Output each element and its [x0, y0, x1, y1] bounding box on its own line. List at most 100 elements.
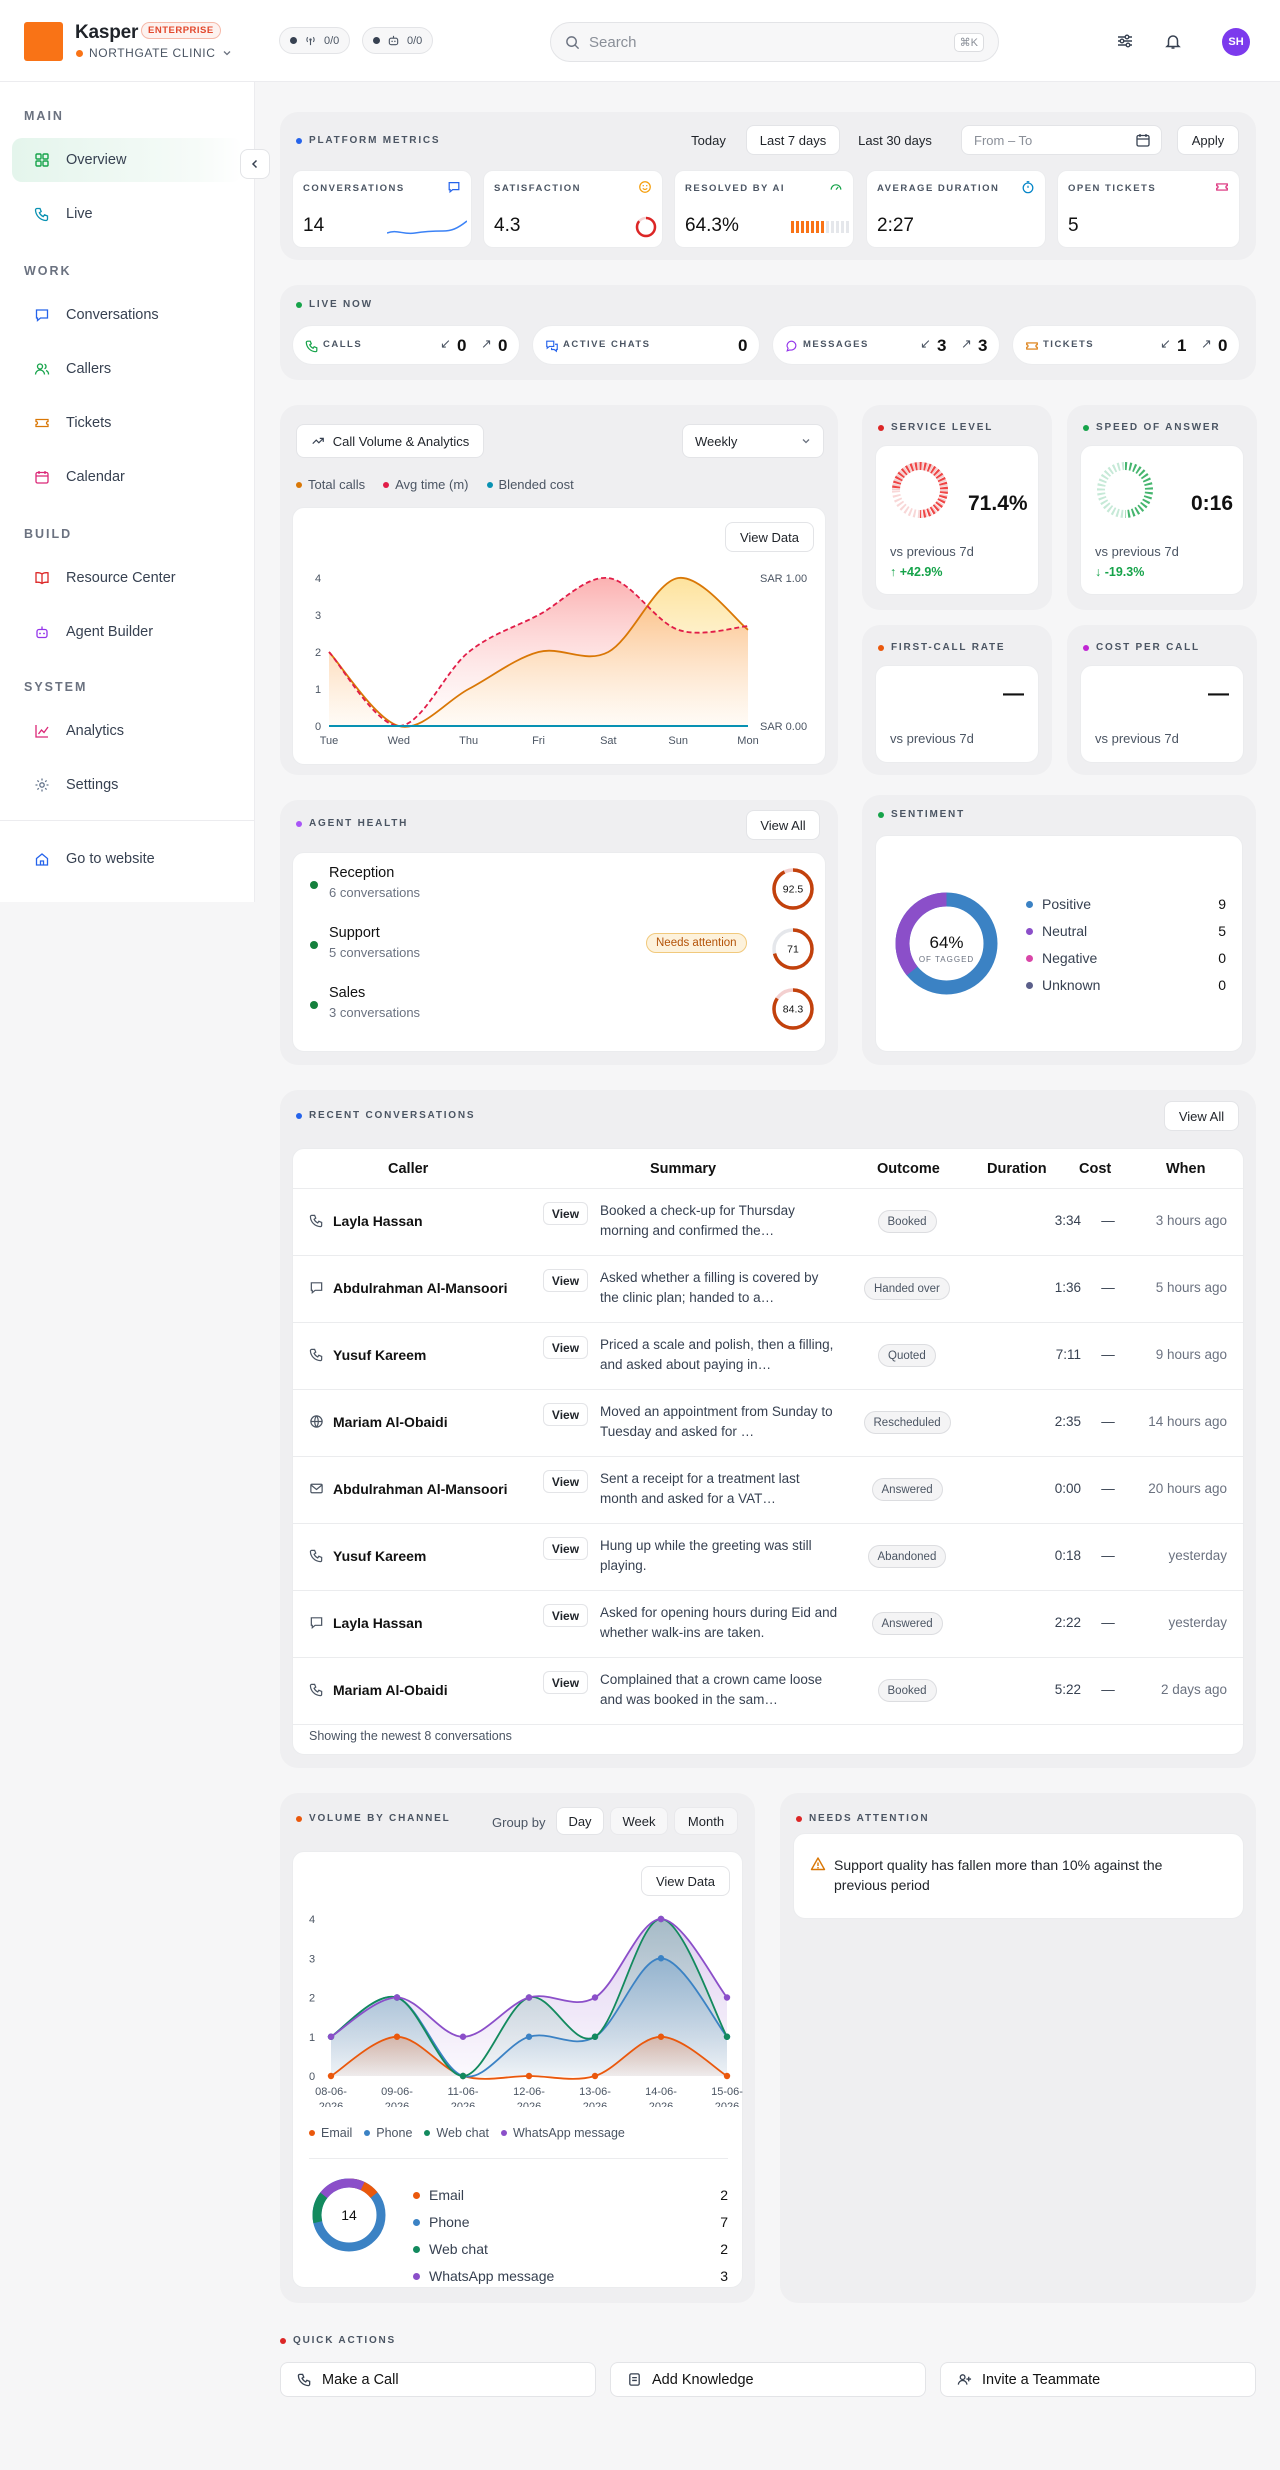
table-row[interactable]: Layla Hassan View Booked a check-up for Th… [293, 1189, 1243, 1256]
bell-icon[interactable] [1160, 28, 1186, 54]
outcome-badge: Answered [871, 1478, 943, 1501]
y2-tick-label: SAR 0.00 [760, 721, 807, 733]
view-button[interactable]: View [543, 1269, 588, 1292]
cost: — [1101, 1682, 1115, 1697]
x-tick-label: 09-06- [381, 2086, 413, 2098]
sidebar-item-overview[interactable]: Overview [12, 138, 242, 182]
volume-chart-card: View Data 0 1 2 3 4 08-06- 2026 09-06- 2026 11-06… [292, 1851, 743, 2288]
caller-name[interactable]: Yusuf Kareem [333, 1347, 426, 1363]
chevron-down-icon [223, 51, 230, 56]
data-point [327, 2072, 335, 2080]
period-select[interactable]: Weekly [682, 424, 824, 458]
search-shortcut: ⌘K [953, 32, 984, 52]
conversations-table: Caller Summary Outcome Duration Cost Whe… [292, 1148, 1244, 1755]
add-knowledge-button[interactable]: Add Knowledge [610, 2362, 926, 2397]
bot-status-pill[interactable]: 0/0 [362, 27, 434, 54]
live-calls-card[interactable]: CALLS ↙ 0 ↗ 0 [292, 325, 520, 365]
caller-name[interactable]: Mariam Al-Obaidi [333, 1414, 448, 1430]
sidebar-item-conversations[interactable]: Conversations [12, 293, 242, 337]
org-switcher[interactable]: NORTHGATE CLINIC [76, 46, 232, 60]
filters-icon[interactable] [1112, 28, 1138, 54]
agent-row-support[interactable]: Support 5 conversations Needs attention … [293, 913, 827, 973]
table-row[interactable]: Abdulrahman Al-Mansoori View Sent a receip… [293, 1457, 1243, 1524]
view-button[interactable]: View [543, 1604, 588, 1627]
table-row[interactable]: Abdulrahman Al-Mansoori View Asked whether… [293, 1256, 1243, 1323]
data-point [657, 1955, 665, 1962]
view-button[interactable]: View [543, 1671, 588, 1694]
date-range-input[interactable]: From – To [961, 125, 1162, 155]
table-row[interactable]: Yusuf Kareem View Hung up while the greeti… [293, 1524, 1243, 1591]
group-by-week[interactable]: Week [610, 1807, 668, 1835]
org-dot-icon [76, 49, 83, 57]
bot-icon [36, 626, 48, 639]
range-last-30-days[interactable]: Last 30 days [848, 125, 942, 155]
sidebar-item-resource-center[interactable]: Resource Center [12, 556, 242, 600]
range-last-7-days[interactable]: Last 7 days [746, 125, 840, 155]
sentiment-value: 0 [1218, 950, 1226, 966]
legend-label: WhatsApp message [513, 2126, 625, 2140]
agent-row-sales[interactable]: Sales 3 conversations 84.3 [293, 973, 827, 1033]
view-button[interactable]: View [543, 1202, 588, 1225]
live-messages-card[interactable]: MESSAGES ↙ 3 ↗ 3 [772, 325, 1000, 365]
when: 9 hours ago [1155, 1347, 1227, 1362]
trend-icon [312, 437, 324, 445]
outcome-badge: Handed over [864, 1277, 950, 1300]
go-to-website-link[interactable]: Go to website [12, 837, 242, 881]
make-a-call-button[interactable]: Make a Call [280, 2362, 596, 2397]
view-button[interactable]: View [543, 1537, 588, 1560]
caller-name[interactable]: Abdulrahman Al-Mansoori [333, 1481, 508, 1497]
panel-title: COST PER CALL [1083, 642, 1200, 653]
view-button[interactable]: View [543, 1336, 588, 1359]
caller-name[interactable]: Yusuf Kareem [333, 1548, 426, 1564]
table-row[interactable]: Mariam Al-Obaidi View Moved an appointment… [293, 1390, 1243, 1457]
attention-alert[interactable]: Support quality has fallen more than 10%… [793, 1833, 1244, 1919]
arrow-in-icon: ↙ [440, 336, 451, 351]
group-by-month[interactable]: Month [674, 1807, 738, 1835]
panel-title-text: RECENT CONVERSATIONS [309, 1110, 476, 1121]
summary-text: Complained that a crown came loose and w… [600, 1672, 823, 1707]
first-call-rate-panel: FIRST-CALL RATE — vs previous 7d [862, 625, 1052, 775]
x-tick-label: 2026 [583, 2101, 607, 2107]
live-chats-card[interactable]: ACTIVE CHATS 0 [532, 325, 760, 365]
panel-title-text: COST PER CALL [1096, 642, 1200, 653]
sidebar-item-tickets[interactable]: Tickets [12, 401, 242, 445]
range-today[interactable]: Today [679, 125, 738, 155]
caller-name[interactable]: Abdulrahman Al-Mansoori [333, 1280, 508, 1296]
outcome-badge: Booked [877, 1679, 937, 1702]
table-row[interactable]: Layla Hassan View Asked for opening hours … [293, 1591, 1243, 1658]
attention-message: Support quality has fallen more than 10%… [834, 1857, 1163, 1893]
agent-health-view-all-button[interactable]: View All [746, 810, 820, 840]
section-label-work: WORK [24, 264, 72, 278]
sentiment-value: 9 [1218, 896, 1226, 912]
view-button[interactable]: View [543, 1403, 588, 1426]
sidebar-item-settings[interactable]: Settings [12, 763, 242, 807]
table-row[interactable]: Mariam Al-Obaidi View Complained that a cr… [293, 1658, 1243, 1725]
book-icon [35, 572, 49, 585]
sidebar-item-analytics[interactable]: Analytics [12, 709, 242, 753]
apply-button[interactable]: Apply [1177, 125, 1239, 155]
caller-name[interactable]: Mariam Al-Obaidi [333, 1682, 448, 1698]
caller-name[interactable]: Layla Hassan [333, 1213, 423, 1229]
sidebar-collapse-button[interactable] [240, 149, 270, 179]
cost-per-call-value: — [1208, 682, 1229, 705]
sidebar-item-calendar[interactable]: Calendar [12, 455, 242, 499]
table-row[interactable]: Yusuf Kareem View Priced a scale and polis… [293, 1323, 1243, 1390]
caller-name[interactable]: Layla Hassan [333, 1615, 423, 1631]
group-by-day[interactable]: Day [556, 1807, 604, 1835]
view-button[interactable]: View [543, 1470, 588, 1493]
agent-row-reception[interactable]: Reception 6 conversations 92.5 [293, 853, 827, 913]
user-avatar[interactable]: SH [1222, 28, 1250, 56]
brand-name: Kasper [75, 22, 139, 43]
call-volume-title-button[interactable]: Call Volume & Analytics [296, 424, 484, 458]
conversations-sparkline [387, 220, 467, 235]
channel-status-pill[interactable]: 0/0 [279, 27, 351, 54]
sidebar-item-live[interactable]: Live [12, 192, 242, 236]
live-tickets-card[interactable]: TICKETS ↙ 1 ↗ 0 [1012, 325, 1240, 365]
panel-title: VOLUME BY CHANNEL [296, 1813, 451, 1824]
sidebar-item-callers[interactable]: Callers [12, 347, 242, 391]
search-input[interactable]: Search ⌘K [550, 22, 999, 62]
sidebar-item-agent-builder[interactable]: Agent Builder [12, 610, 242, 654]
invite-teammate-button[interactable]: Invite a Teammate [940, 2362, 1256, 2397]
recent-view-all-button[interactable]: View All [1164, 1101, 1239, 1131]
quick-actions-title-text: QUICK ACTIONS [293, 2335, 397, 2346]
